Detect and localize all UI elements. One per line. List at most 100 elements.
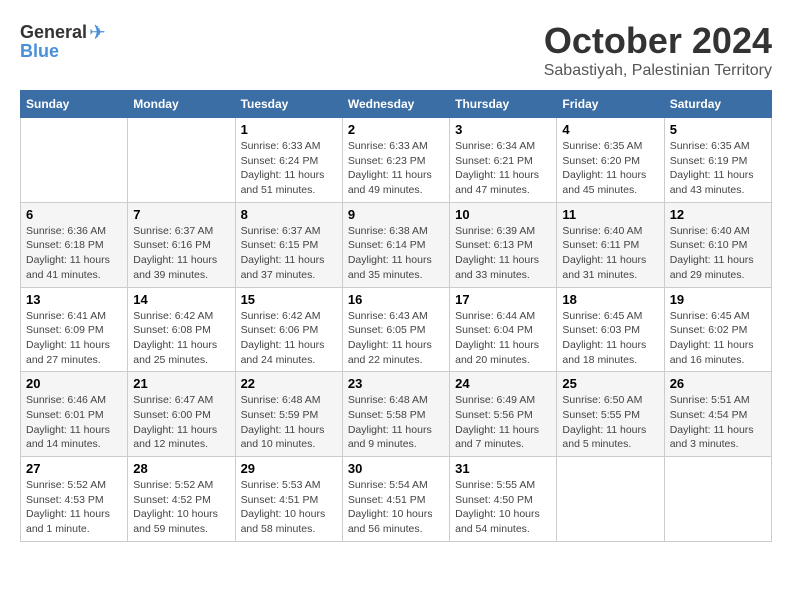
calendar-cell: 29 Sunrise: 5:53 AM Sunset: 4:51 PM Dayli… xyxy=(235,457,342,542)
weekday-header-monday: Monday xyxy=(128,91,235,118)
day-number: 9 xyxy=(348,207,444,222)
day-info: Sunrise: 6:46 AM Sunset: 6:01 PM Dayligh… xyxy=(26,393,122,452)
calendar-cell: 25 Sunrise: 6:50 AM Sunset: 5:55 PM Dayli… xyxy=(557,372,664,457)
calendar-cell: 3 Sunrise: 6:34 AM Sunset: 6:21 PM Daylig… xyxy=(450,118,557,203)
day-number: 31 xyxy=(455,461,551,476)
calendar-cell xyxy=(664,457,771,542)
day-info: Sunrise: 6:45 AM Sunset: 6:02 PM Dayligh… xyxy=(670,309,766,368)
calendar-cell xyxy=(128,118,235,203)
day-number: 1 xyxy=(241,122,337,137)
day-info: Sunrise: 5:52 AM Sunset: 4:52 PM Dayligh… xyxy=(133,478,229,537)
day-info: Sunrise: 6:35 AM Sunset: 6:19 PM Dayligh… xyxy=(670,139,766,198)
calendar-cell: 19Sunrise: 6:45 AM Sunset: 6:02 PM Dayli… xyxy=(664,287,771,372)
day-number: 29 xyxy=(241,461,337,476)
day-info: Sunrise: 5:55 AM Sunset: 4:50 PM Dayligh… xyxy=(455,478,551,537)
day-info: Sunrise: 6:50 AM Sunset: 5:55 PM Dayligh… xyxy=(562,393,658,452)
day-number: 11 xyxy=(562,207,658,222)
day-number: 18 xyxy=(562,292,658,307)
day-number: 21 xyxy=(133,376,229,391)
calendar-cell: 24 Sunrise: 6:49 AM Sunset: 5:56 PM Dayli… xyxy=(450,372,557,457)
calendar-cell: 16 Sunrise: 6:43 AM Sunset: 6:05 PM Dayli… xyxy=(342,287,449,372)
day-number: 28 xyxy=(133,461,229,476)
calendar-cell: 26Sunrise: 5:51 AM Sunset: 4:54 PM Dayli… xyxy=(664,372,771,457)
location-subtitle: Sabastiyah, Palestinian Territory xyxy=(544,62,772,80)
header: General ✈ Blue October 2024 Sabastiyah, … xyxy=(20,20,772,80)
calendar-cell: 21Sunrise: 6:47 AM Sunset: 6:00 PM Dayli… xyxy=(128,372,235,457)
day-number: 22 xyxy=(241,376,337,391)
calendar-cell: 8 Sunrise: 6:37 AM Sunset: 6:15 PM Daylig… xyxy=(235,202,342,287)
month-year-title: October 2024 xyxy=(544,20,772,62)
week-row-2: 6Sunrise: 6:36 AM Sunset: 6:18 PM Daylig… xyxy=(21,202,772,287)
day-info: Sunrise: 6:36 AM Sunset: 6:18 PM Dayligh… xyxy=(26,224,122,283)
day-number: 8 xyxy=(241,207,337,222)
day-number: 10 xyxy=(455,207,551,222)
day-number: 7 xyxy=(133,207,229,222)
calendar-cell: 23 Sunrise: 6:48 AM Sunset: 5:58 PM Dayli… xyxy=(342,372,449,457)
day-number: 5 xyxy=(670,122,766,137)
day-number: 13 xyxy=(26,292,122,307)
calendar-cell: 18Sunrise: 6:45 AM Sunset: 6:03 PM Dayli… xyxy=(557,287,664,372)
calendar-table: SundayMondayTuesdayWednesdayThursdayFrid… xyxy=(20,90,772,542)
calendar-cell: 27 Sunrise: 5:52 AM Sunset: 4:53 PM Dayli… xyxy=(21,457,128,542)
calendar-cell: 9Sunrise: 6:38 AM Sunset: 6:14 PM Daylig… xyxy=(342,202,449,287)
day-info: Sunrise: 5:53 AM Sunset: 4:51 PM Dayligh… xyxy=(241,478,337,537)
day-info: Sunrise: 6:42 AM Sunset: 6:08 PM Dayligh… xyxy=(133,309,229,368)
calendar-cell: 30Sunrise: 5:54 AM Sunset: 4:51 PM Dayli… xyxy=(342,457,449,542)
day-number: 23 xyxy=(348,376,444,391)
logo-bird-icon: ✈ xyxy=(89,20,106,45)
day-number: 15 xyxy=(241,292,337,307)
weekday-header-thursday: Thursday xyxy=(450,91,557,118)
day-info: Sunrise: 6:37 AM Sunset: 6:16 PM Dayligh… xyxy=(133,224,229,283)
day-info: Sunrise: 6:40 AM Sunset: 6:11 PM Dayligh… xyxy=(562,224,658,283)
day-info: Sunrise: 6:40 AM Sunset: 6:10 PM Dayligh… xyxy=(670,224,766,283)
calendar-cell: 17Sunrise: 6:44 AM Sunset: 6:04 PM Dayli… xyxy=(450,287,557,372)
calendar-cell: 15Sunrise: 6:42 AM Sunset: 6:06 PM Dayli… xyxy=(235,287,342,372)
day-number: 16 xyxy=(348,292,444,307)
day-number: 14 xyxy=(133,292,229,307)
calendar-cell: 22Sunrise: 6:48 AM Sunset: 5:59 PM Dayli… xyxy=(235,372,342,457)
weekday-header-friday: Friday xyxy=(557,91,664,118)
day-info: Sunrise: 6:37 AM Sunset: 6:15 PM Dayligh… xyxy=(241,224,337,283)
week-row-1: 1 Sunrise: 6:33 AM Sunset: 6:24 PM Daylig… xyxy=(21,118,772,203)
day-number: 30 xyxy=(348,461,444,476)
logo-text-blue: Blue xyxy=(20,41,59,62)
week-row-4: 20 Sunrise: 6:46 AM Sunset: 6:01 PM Dayli… xyxy=(21,372,772,457)
day-info: Sunrise: 6:43 AM Sunset: 6:05 PM Dayligh… xyxy=(348,309,444,368)
day-info: Sunrise: 6:35 AM Sunset: 6:20 PM Dayligh… xyxy=(562,139,658,198)
logo-text-general: General xyxy=(20,22,87,43)
calendar-cell: 5 Sunrise: 6:35 AM Sunset: 6:19 PM Daylig… xyxy=(664,118,771,203)
calendar-cell: 11 Sunrise: 6:40 AM Sunset: 6:11 PM Dayli… xyxy=(557,202,664,287)
calendar-cell: 7 Sunrise: 6:37 AM Sunset: 6:16 PM Daylig… xyxy=(128,202,235,287)
day-info: Sunrise: 6:33 AM Sunset: 6:24 PM Dayligh… xyxy=(241,139,337,198)
calendar-cell xyxy=(21,118,128,203)
calendar-cell: 12 Sunrise: 6:40 AM Sunset: 6:10 PM Dayli… xyxy=(664,202,771,287)
day-number: 2 xyxy=(348,122,444,137)
day-info: Sunrise: 6:41 AM Sunset: 6:09 PM Dayligh… xyxy=(26,309,122,368)
day-info: Sunrise: 5:52 AM Sunset: 4:53 PM Dayligh… xyxy=(26,478,122,537)
day-number: 12 xyxy=(670,207,766,222)
day-info: Sunrise: 6:49 AM Sunset: 5:56 PM Dayligh… xyxy=(455,393,551,452)
weekday-header-saturday: Saturday xyxy=(664,91,771,118)
calendar-cell: 6Sunrise: 6:36 AM Sunset: 6:18 PM Daylig… xyxy=(21,202,128,287)
calendar-cell: 4Sunrise: 6:35 AM Sunset: 6:20 PM Daylig… xyxy=(557,118,664,203)
weekday-header-wednesday: Wednesday xyxy=(342,91,449,118)
calendar-cell: 31 Sunrise: 5:55 AM Sunset: 4:50 PM Dayli… xyxy=(450,457,557,542)
calendar-cell: 2 Sunrise: 6:33 AM Sunset: 6:23 PM Daylig… xyxy=(342,118,449,203)
day-number: 25 xyxy=(562,376,658,391)
calendar-cell: 13 Sunrise: 6:41 AM Sunset: 6:09 PM Dayli… xyxy=(21,287,128,372)
day-info: Sunrise: 6:34 AM Sunset: 6:21 PM Dayligh… xyxy=(455,139,551,198)
day-info: Sunrise: 5:51 AM Sunset: 4:54 PM Dayligh… xyxy=(670,393,766,452)
day-number: 24 xyxy=(455,376,551,391)
week-row-3: 13 Sunrise: 6:41 AM Sunset: 6:09 PM Dayli… xyxy=(21,287,772,372)
day-info: Sunrise: 6:48 AM Sunset: 5:58 PM Dayligh… xyxy=(348,393,444,452)
calendar-cell: 28 Sunrise: 5:52 AM Sunset: 4:52 PM Dayli… xyxy=(128,457,235,542)
day-number: 20 xyxy=(26,376,122,391)
calendar-cell: 1 Sunrise: 6:33 AM Sunset: 6:24 PM Daylig… xyxy=(235,118,342,203)
calendar-cell: 14 Sunrise: 6:42 AM Sunset: 6:08 PM Dayli… xyxy=(128,287,235,372)
day-number: 27 xyxy=(26,461,122,476)
day-info: Sunrise: 6:33 AM Sunset: 6:23 PM Dayligh… xyxy=(348,139,444,198)
day-number: 3 xyxy=(455,122,551,137)
calendar-cell: 10Sunrise: 6:39 AM Sunset: 6:13 PM Dayli… xyxy=(450,202,557,287)
day-number: 17 xyxy=(455,292,551,307)
weekday-header-row: SundayMondayTuesdayWednesdayThursdayFrid… xyxy=(21,91,772,118)
